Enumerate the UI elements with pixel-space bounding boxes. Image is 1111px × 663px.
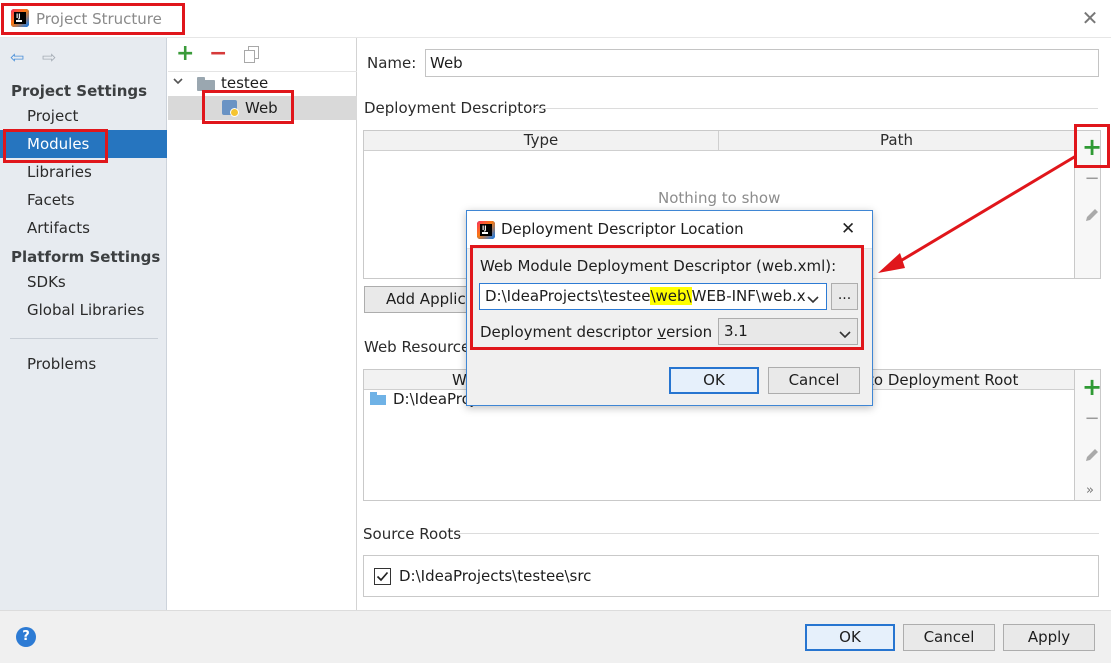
- source-root-path: D:\IdeaProjects\testee\src: [399, 567, 592, 585]
- intellij-app-icon: IJ: [477, 221, 495, 239]
- add-module-icon[interactable]: +: [176, 41, 194, 66]
- empty-table-text: Nothing to show: [658, 189, 781, 207]
- path-highlight: \web\: [650, 287, 692, 305]
- column-header-web-dir[interactable]: W: [452, 371, 467, 389]
- source-root-checkbox[interactable]: [374, 568, 391, 585]
- sidebar-item-artifacts[interactable]: Artifacts: [27, 219, 90, 237]
- tree-expand-chevron-icon[interactable]: [172, 75, 184, 91]
- sidebar: [0, 38, 167, 610]
- title-bar: [0, 0, 1111, 38]
- path-prefix: D:\IdeaProjects\testee: [485, 287, 651, 305]
- sidebar-item-problems[interactable]: Problems: [27, 355, 96, 373]
- column-header-type[interactable]: Type: [364, 131, 718, 151]
- module-tree-panel: [168, 38, 357, 610]
- window-title: Project Structure: [36, 10, 162, 28]
- folder-icon: [370, 392, 386, 405]
- dialog-cancel-button[interactable]: Cancel: [768, 367, 860, 394]
- sidebar-item-sdks[interactable]: SDKs: [27, 273, 66, 291]
- sidebar-item-modules[interactable]: Modules: [27, 135, 89, 153]
- dialog-divider: [467, 248, 872, 249]
- sidebar-item-project[interactable]: Project: [27, 107, 78, 125]
- sidebar-divider: [10, 338, 158, 339]
- intellij-app-icon: IJ: [11, 9, 29, 27]
- name-label: Name:: [367, 54, 417, 72]
- dialog-close-icon[interactable]: ✕: [841, 219, 855, 239]
- path-dropdown-chevron-icon[interactable]: [807, 291, 819, 309]
- web-resource-row[interactable]: D:\IdeaProj: [393, 390, 475, 408]
- web-facet-icon: [222, 100, 239, 117]
- forward-arrow-icon[interactable]: ⇨: [42, 48, 56, 68]
- add-app-server-button[interactable]: Add Applic: [364, 286, 474, 313]
- deployment-descriptor-dialog: IJ Deployment Descriptor Location ✕ Web …: [466, 210, 873, 406]
- cancel-button[interactable]: Cancel: [903, 624, 995, 651]
- help-icon[interactable]: ?: [16, 627, 36, 647]
- remove-module-icon[interactable]: −: [209, 41, 227, 66]
- window-close-icon[interactable]: ✕: [1080, 8, 1100, 28]
- descriptor-path-label: Web Module Deployment Descriptor (web.xm…: [480, 257, 837, 275]
- version-label: Deployment descriptor version: [480, 323, 713, 341]
- tree-toolbar-divider: [168, 71, 357, 72]
- source-roots-header: Source Roots: [363, 525, 462, 543]
- sidebar-header-project-settings: Project Settings: [11, 82, 148, 100]
- browse-button[interactable]: ...: [831, 283, 858, 310]
- path-suffix: WEB-INF\web.x: [691, 287, 806, 305]
- module-name-input[interactable]: [425, 49, 1099, 77]
- dialog-title: Deployment Descriptor Location: [501, 220, 744, 238]
- version-dropdown-chevron-icon[interactable]: [839, 326, 851, 344]
- section-divider: [532, 108, 1098, 109]
- sidebar-header-platform-settings: Platform Settings: [11, 248, 161, 266]
- remove-web-resource-icon[interactable]: −: [1080, 408, 1104, 429]
- sidebar-item-libraries[interactable]: Libraries: [27, 163, 92, 181]
- version-select[interactable]: 3.1: [718, 318, 858, 345]
- tree-node-web[interactable]: Web: [245, 99, 278, 117]
- more-actions-icon[interactable]: »: [1086, 483, 1094, 498]
- add-web-resource-icon[interactable]: +: [1080, 373, 1104, 401]
- annotation-arrow: [878, 154, 1077, 273]
- descriptor-path-input[interactable]: D:\IdeaProjects\testee\web\WEB-INF\web.x: [479, 283, 827, 310]
- column-header-deployment-root[interactable]: to Deployment Root: [868, 371, 1018, 389]
- copy-module-icon[interactable]: [244, 46, 260, 64]
- ok-button[interactable]: OK: [805, 624, 895, 651]
- section-divider: [459, 533, 1099, 534]
- sidebar-item-facets[interactable]: Facets: [27, 191, 75, 209]
- sidebar-item-global-libraries[interactable]: Global Libraries: [27, 301, 144, 319]
- deployment-descriptors-header: Deployment Descriptors: [364, 99, 547, 117]
- back-arrow-icon[interactable]: ⇦: [10, 48, 24, 68]
- edit-web-resource-icon[interactable]: [1084, 447, 1100, 467]
- tree-node-testee[interactable]: testee: [221, 74, 268, 92]
- column-header-path[interactable]: Path: [718, 131, 1074, 151]
- folder-icon: [197, 77, 215, 91]
- dialog-ok-button[interactable]: OK: [669, 367, 759, 394]
- apply-button[interactable]: Apply: [1003, 624, 1095, 651]
